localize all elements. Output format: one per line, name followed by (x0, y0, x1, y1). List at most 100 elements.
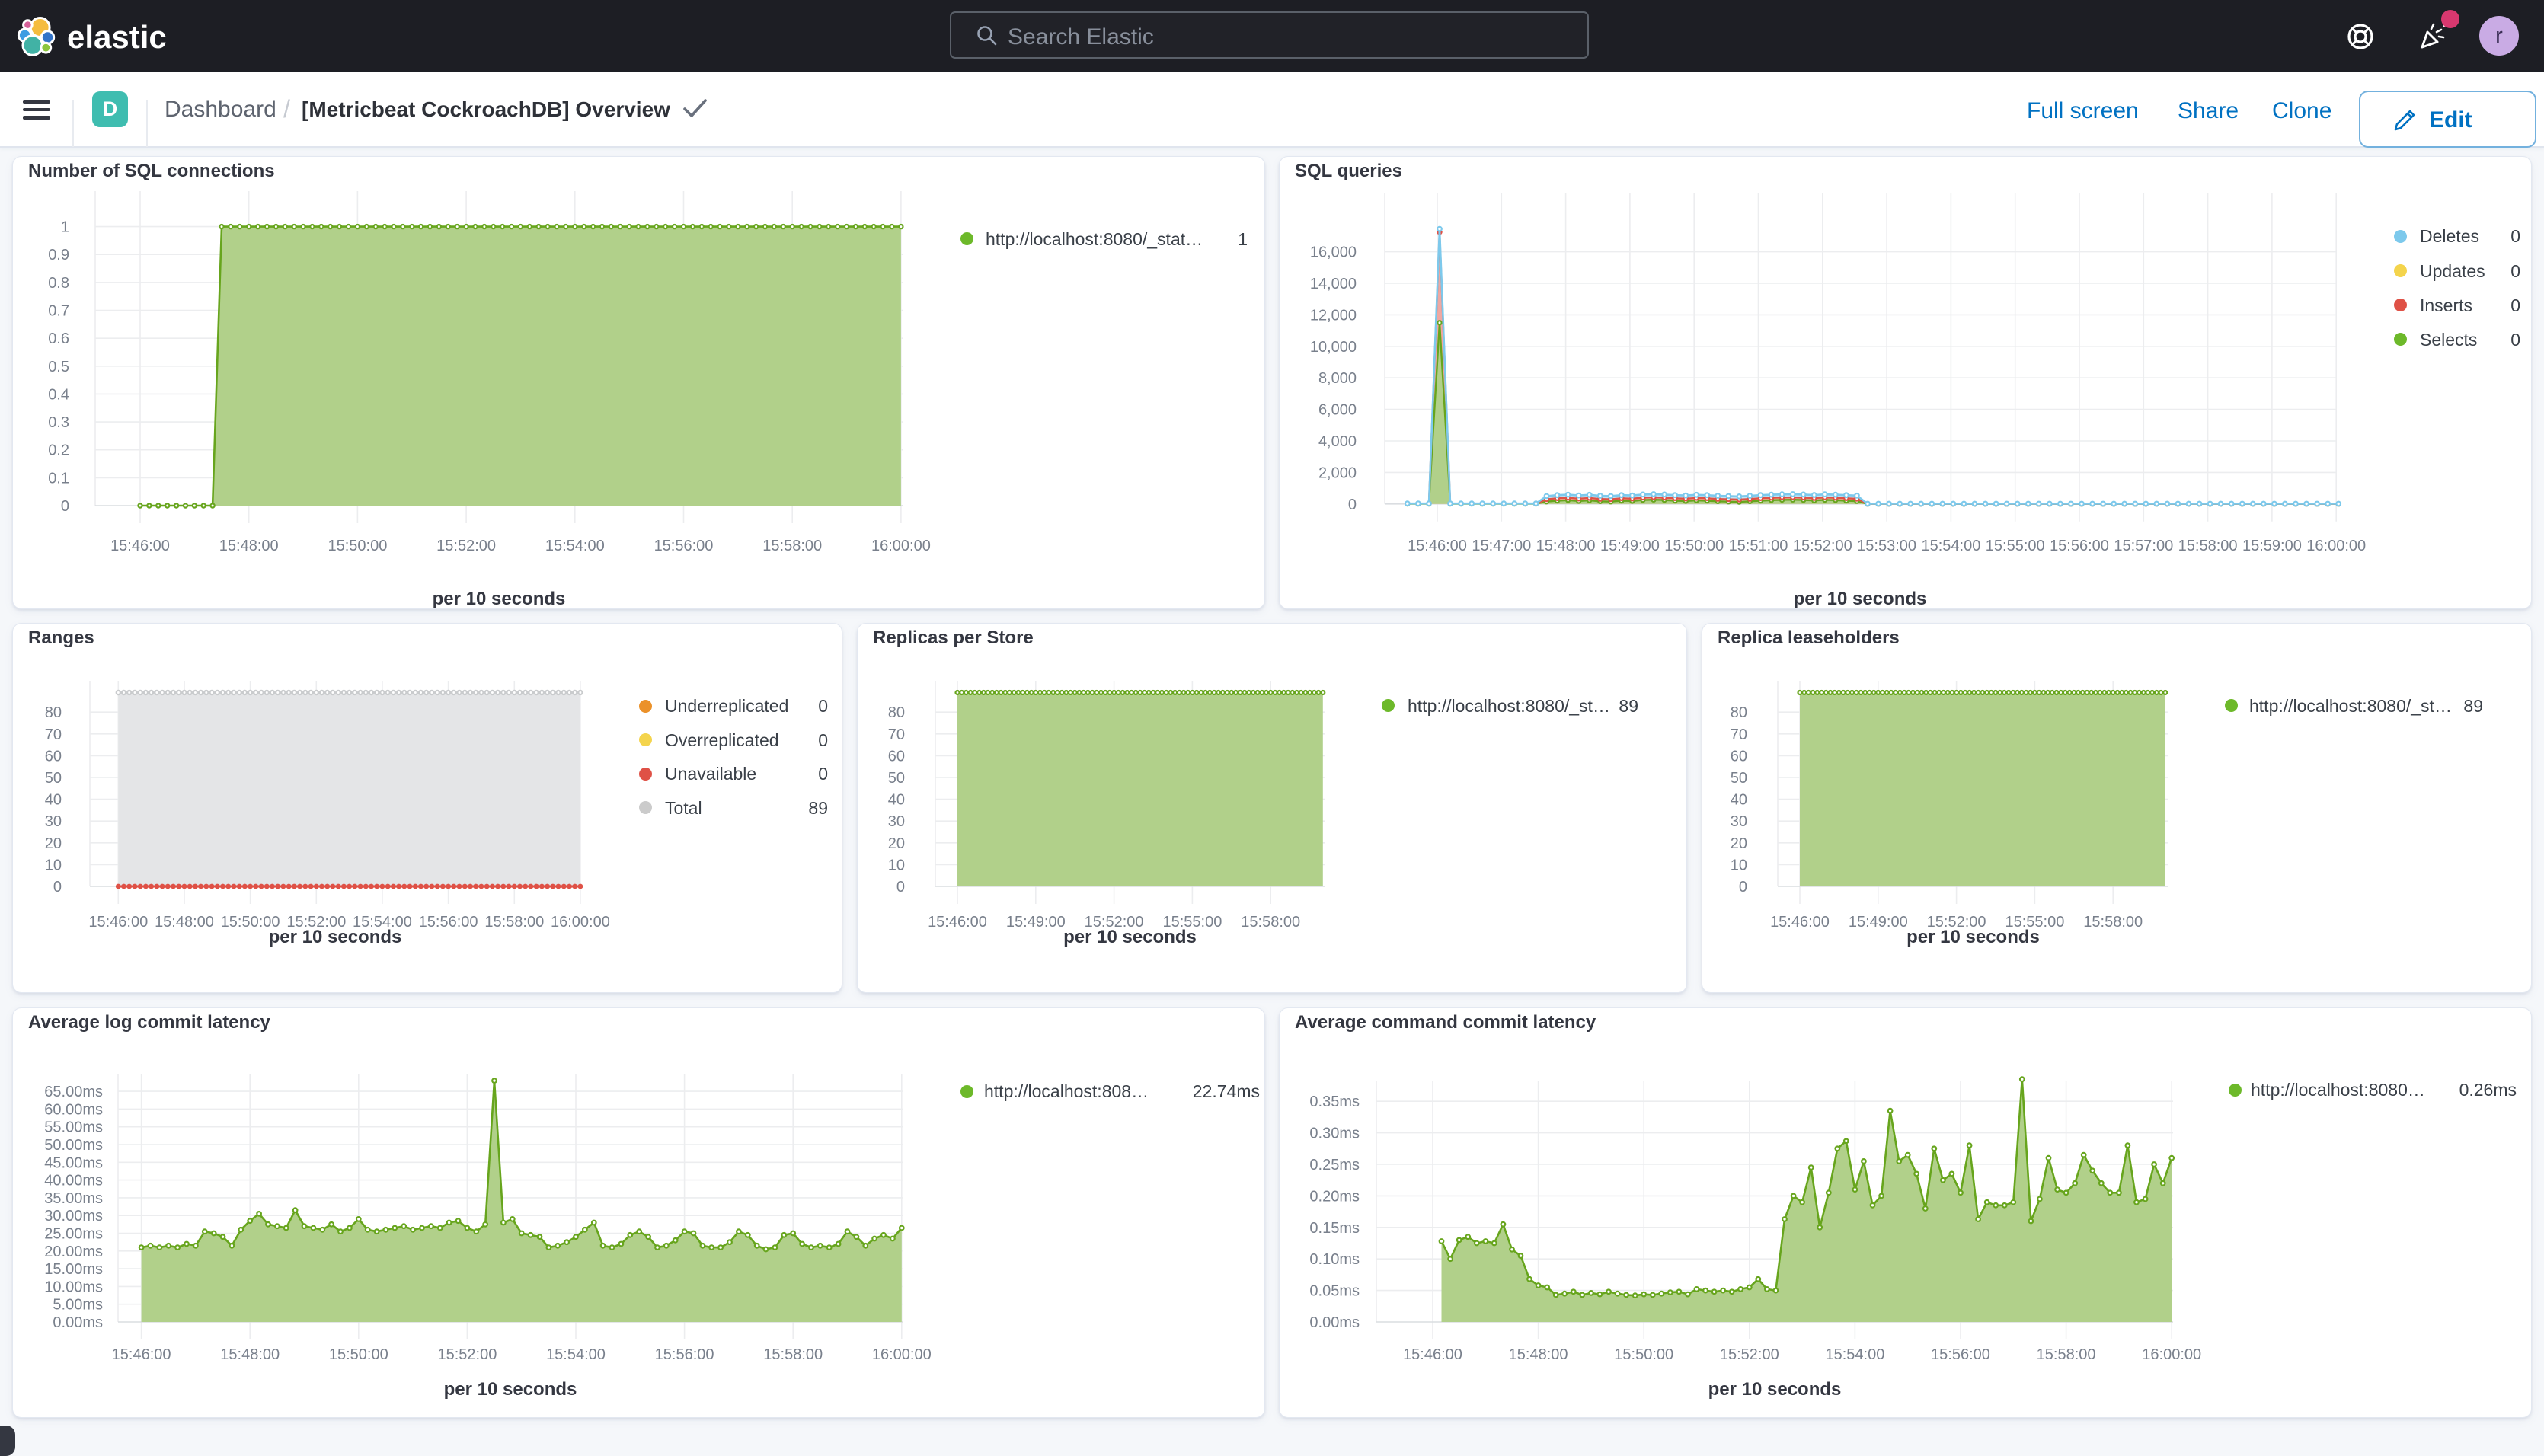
svg-text:0.30ms: 0.30ms (1309, 1126, 1360, 1142)
svg-text:15:50:00: 15:50:00 (329, 1346, 388, 1363)
svg-text:15:46:00: 15:46:00 (1403, 1346, 1462, 1363)
svg-text:50: 50 (45, 770, 62, 787)
svg-text:0.7: 0.7 (48, 303, 69, 320)
svg-text:per 10 seconds: per 10 seconds (444, 1379, 577, 1400)
svg-text:15:50:00: 15:50:00 (328, 538, 387, 554)
svg-text:15:58:00: 15:58:00 (763, 1346, 823, 1363)
svg-text:per 10 seconds: per 10 seconds (1906, 927, 2040, 947)
svg-text:15:56:00: 15:56:00 (2050, 538, 2109, 554)
svg-text:20: 20 (45, 835, 62, 852)
svg-text:6,000: 6,000 (1318, 402, 1357, 419)
svg-text:15:55:00: 15:55:00 (1986, 538, 2045, 554)
svg-text:0.00ms: 0.00ms (53, 1314, 103, 1331)
svg-text:15:54:00: 15:54:00 (545, 538, 605, 554)
svg-text:0.20ms: 0.20ms (1309, 1188, 1360, 1205)
svg-text:0.00ms: 0.00ms (1309, 1314, 1360, 1331)
svg-text:25.00ms: 25.00ms (44, 1226, 103, 1243)
svg-text:50: 50 (888, 770, 905, 787)
svg-text:15:48:00: 15:48:00 (220, 1346, 280, 1363)
svg-text:0.9: 0.9 (48, 247, 69, 263)
svg-text:15:56:00: 15:56:00 (655, 1346, 714, 1363)
svg-text:15:52:00: 15:52:00 (437, 1346, 497, 1363)
svg-text:15:58:00: 15:58:00 (762, 538, 822, 554)
svg-text:70: 70 (45, 726, 62, 743)
svg-text:0: 0 (61, 498, 69, 515)
svg-text:15:47:00: 15:47:00 (1472, 538, 1531, 554)
svg-text:0.4: 0.4 (48, 386, 69, 403)
svg-text:10: 10 (45, 857, 62, 873)
svg-text:16:00:00: 16:00:00 (871, 538, 931, 554)
svg-text:16:00:00: 16:00:00 (551, 914, 610, 931)
svg-text:12,000: 12,000 (1310, 307, 1357, 324)
svg-text:40: 40 (888, 792, 905, 809)
svg-text:30: 30 (45, 813, 62, 830)
svg-text:15:53:00: 15:53:00 (1857, 538, 1916, 554)
svg-text:15:58:00: 15:58:00 (1241, 914, 1300, 931)
svg-text:10: 10 (1731, 857, 1747, 873)
svg-text:15:52:00: 15:52:00 (436, 538, 496, 554)
svg-text:15:49:00: 15:49:00 (1006, 914, 1066, 931)
svg-text:15.00ms: 15.00ms (44, 1261, 103, 1278)
svg-text:15:48:00: 15:48:00 (155, 914, 214, 931)
svg-text:60: 60 (1731, 748, 1747, 765)
svg-text:15:46:00: 15:46:00 (1408, 538, 1467, 554)
svg-text:40: 40 (1731, 792, 1747, 809)
svg-text:50.00ms: 50.00ms (44, 1137, 103, 1154)
svg-text:15:50:00: 15:50:00 (1664, 538, 1724, 554)
svg-text:40.00ms: 40.00ms (44, 1173, 103, 1189)
svg-text:15:48:00: 15:48:00 (1536, 538, 1596, 554)
svg-text:0.2: 0.2 (48, 442, 69, 459)
svg-text:50: 50 (1731, 770, 1747, 787)
svg-text:15:54:00: 15:54:00 (1921, 538, 1980, 554)
svg-text:15:54:00: 15:54:00 (546, 1346, 606, 1363)
svg-text:35.00ms: 35.00ms (44, 1190, 103, 1207)
svg-text:15:58:00: 15:58:00 (2037, 1346, 2096, 1363)
svg-text:30: 30 (888, 813, 905, 830)
svg-text:16,000: 16,000 (1310, 244, 1357, 261)
svg-text:15:56:00: 15:56:00 (654, 538, 714, 554)
svg-text:15:49:00: 15:49:00 (1600, 538, 1660, 554)
svg-text:per 10 seconds: per 10 seconds (1708, 1379, 1842, 1400)
svg-text:15:58:00: 15:58:00 (484, 914, 544, 931)
svg-text:0.35ms: 0.35ms (1309, 1094, 1360, 1110)
svg-text:0.8: 0.8 (48, 275, 69, 292)
svg-text:60.00ms: 60.00ms (44, 1101, 103, 1118)
svg-text:70: 70 (1731, 726, 1747, 743)
svg-text:15:52:00: 15:52:00 (1720, 1346, 1779, 1363)
svg-text:per 10 seconds: per 10 seconds (1063, 927, 1197, 947)
svg-text:0.3: 0.3 (48, 414, 69, 431)
svg-text:0: 0 (896, 879, 905, 896)
svg-text:2,000: 2,000 (1318, 465, 1357, 481)
svg-text:15:51:00: 15:51:00 (1729, 538, 1788, 554)
svg-text:30.00ms: 30.00ms (44, 1208, 103, 1225)
svg-text:65.00ms: 65.00ms (44, 1084, 103, 1100)
svg-text:16:00:00: 16:00:00 (872, 1346, 932, 1363)
svg-text:5.00ms: 5.00ms (53, 1297, 103, 1314)
svg-text:20: 20 (1731, 835, 1747, 852)
svg-text:16:00:00: 16:00:00 (2142, 1346, 2201, 1363)
svg-text:0: 0 (1739, 879, 1747, 896)
svg-text:20: 20 (888, 835, 905, 852)
svg-text:15:46:00: 15:46:00 (112, 1346, 171, 1363)
svg-text:45.00ms: 45.00ms (44, 1154, 103, 1171)
svg-text:15:46:00: 15:46:00 (1770, 914, 1830, 931)
svg-text:15:48:00: 15:48:00 (219, 538, 279, 554)
svg-text:8,000: 8,000 (1318, 370, 1357, 387)
svg-text:0: 0 (1348, 497, 1357, 513)
svg-text:per 10 seconds: per 10 seconds (1794, 589, 1927, 609)
svg-text:80: 80 (888, 704, 905, 721)
svg-text:30: 30 (1731, 813, 1747, 830)
svg-text:per 10 seconds: per 10 seconds (433, 589, 566, 609)
svg-text:15:58:00: 15:58:00 (2083, 914, 2143, 931)
svg-text:40: 40 (45, 792, 62, 809)
svg-text:0.1: 0.1 (48, 470, 69, 487)
svg-text:0.10ms: 0.10ms (1309, 1251, 1360, 1268)
svg-text:15:56:00: 15:56:00 (419, 914, 478, 931)
svg-text:1: 1 (61, 219, 69, 236)
svg-text:80: 80 (45, 704, 62, 721)
svg-text:15:46:00: 15:46:00 (928, 914, 987, 931)
svg-text:15:49:00: 15:49:00 (1849, 914, 1908, 931)
svg-text:15:54:00: 15:54:00 (1825, 1346, 1884, 1363)
svg-text:per 10 seconds: per 10 seconds (269, 927, 402, 947)
svg-text:15:57:00: 15:57:00 (2114, 538, 2173, 554)
